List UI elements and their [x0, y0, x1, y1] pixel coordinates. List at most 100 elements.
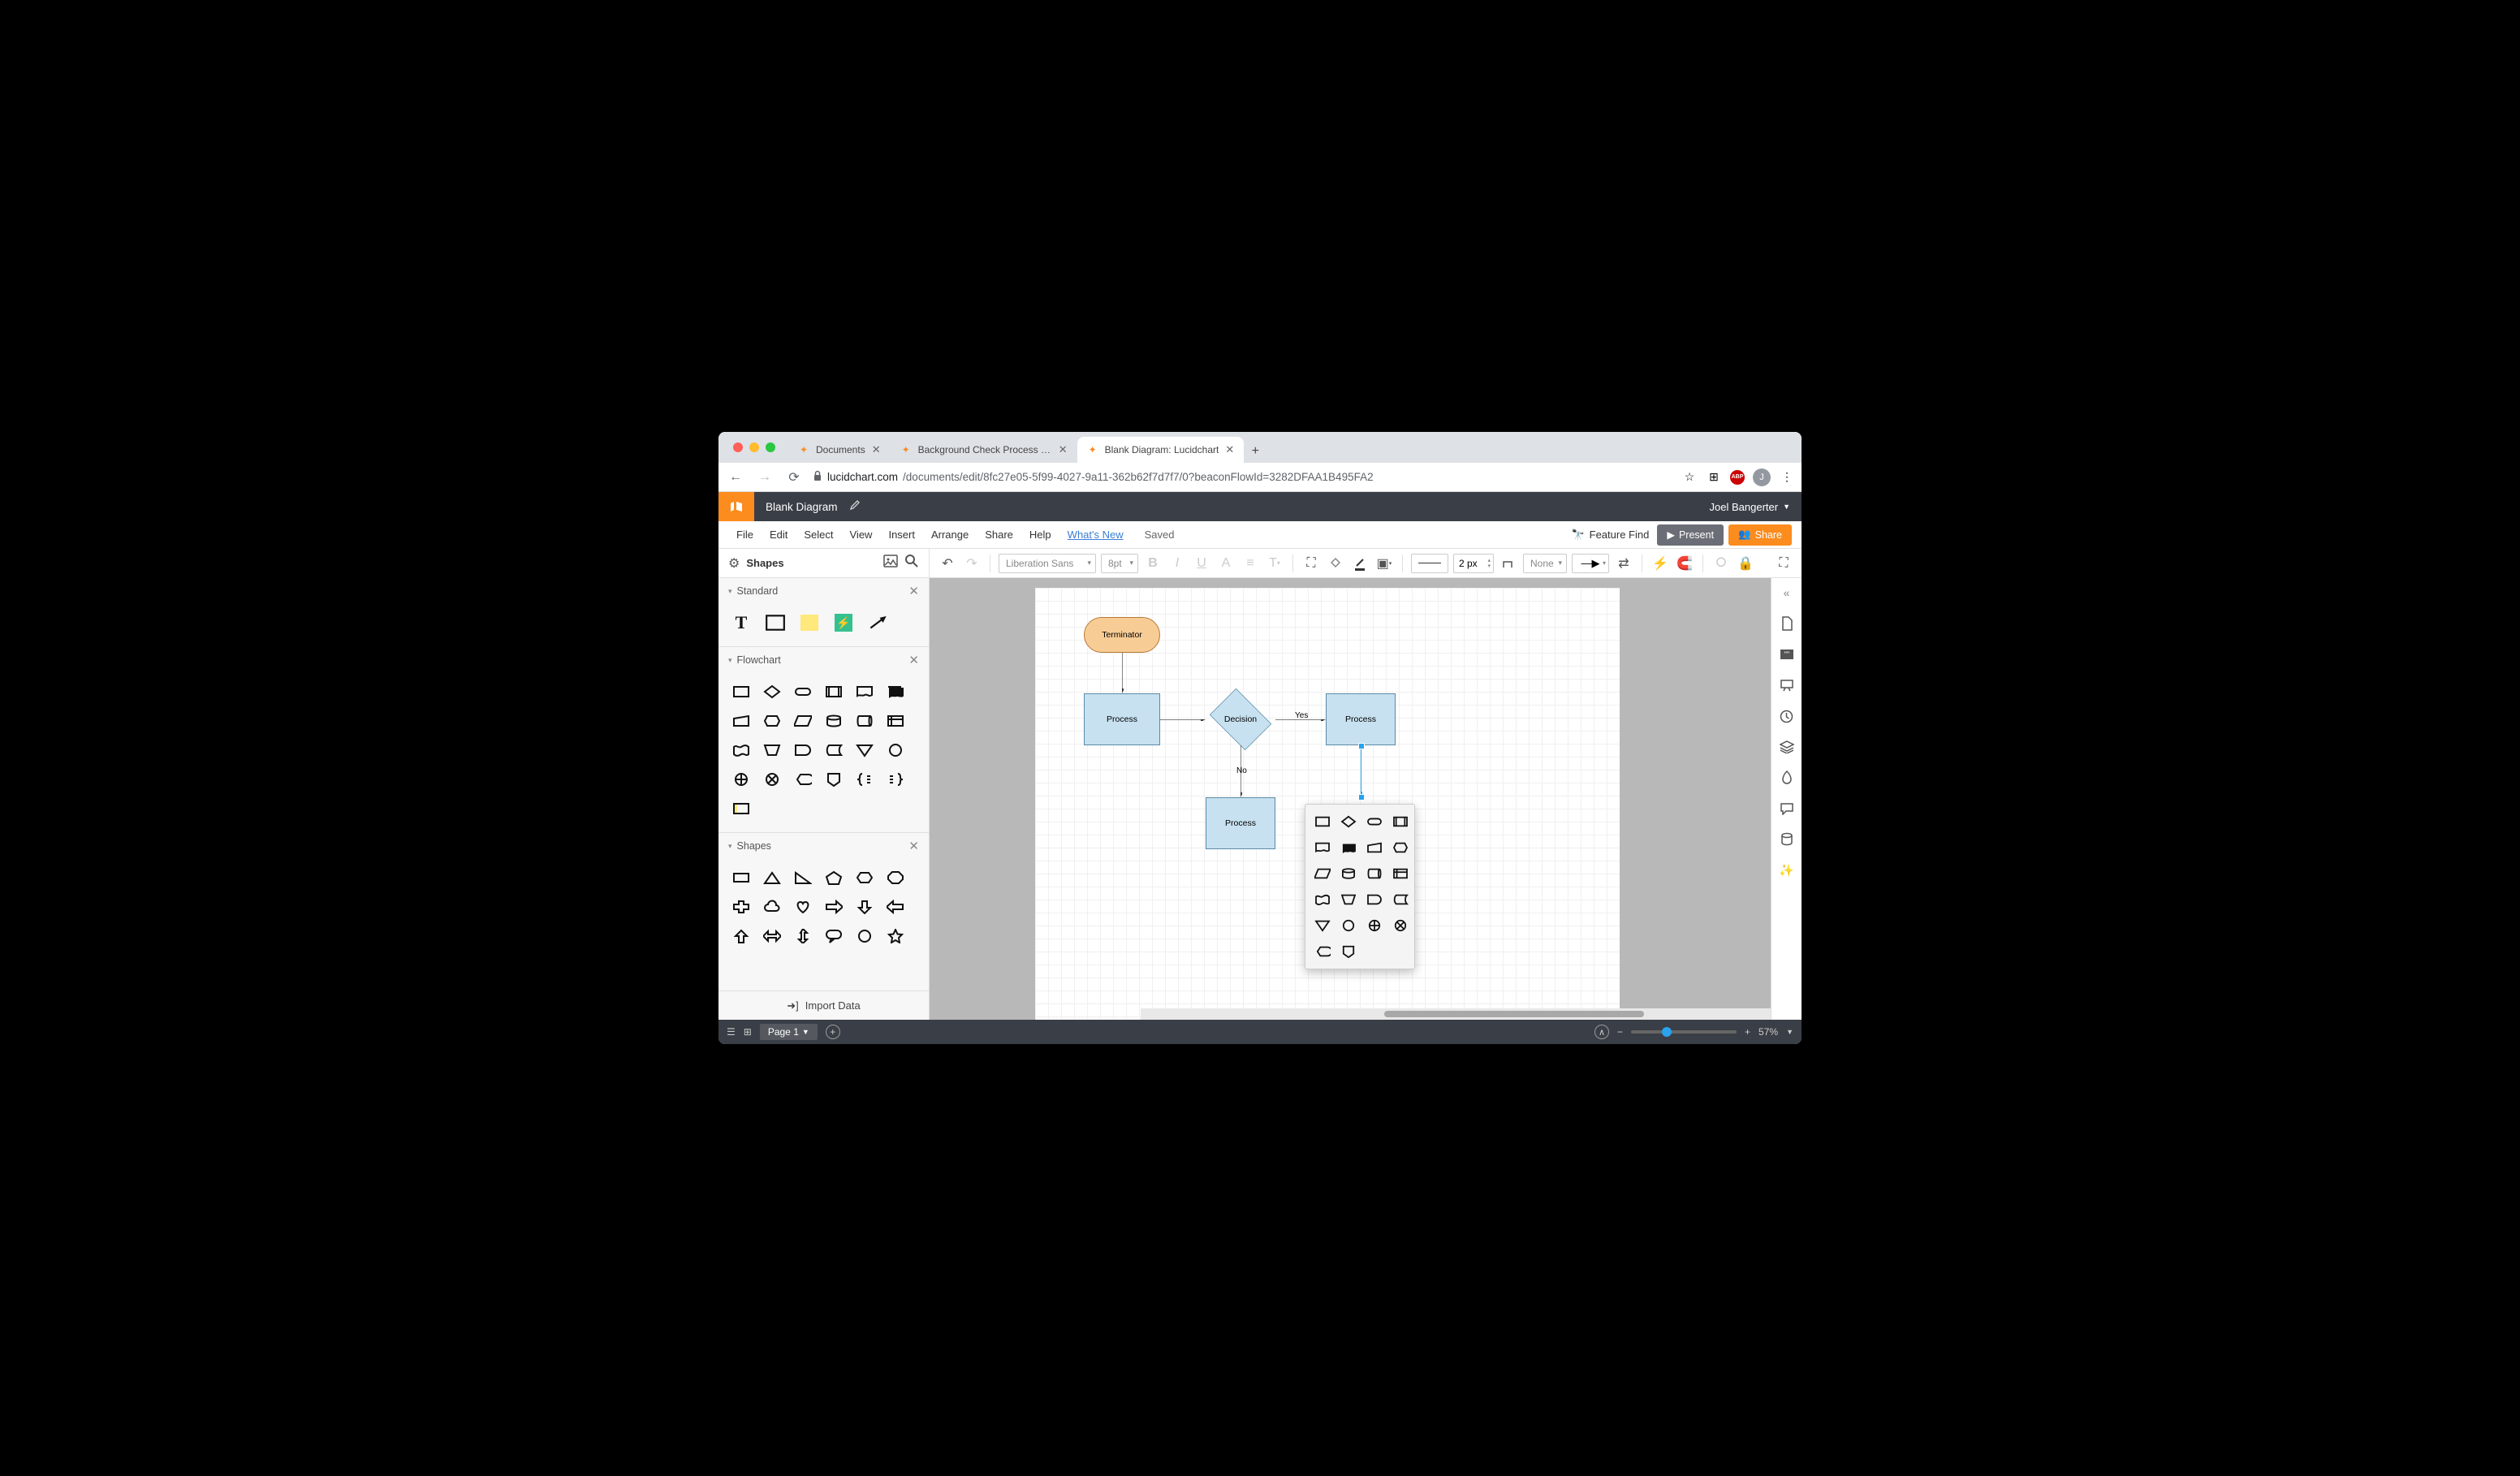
close-section-icon[interactable]: ✕: [908, 584, 919, 598]
browser-menu-icon[interactable]: ⋮: [1779, 469, 1795, 486]
help-icon[interactable]: ∧: [1594, 1025, 1609, 1039]
decision-shape-icon[interactable]: [757, 678, 787, 706]
connector[interactable]: [1122, 653, 1124, 693]
new-tab-button[interactable]: +: [1244, 440, 1266, 463]
internalstorage-shape-icon[interactable]: [881, 707, 910, 735]
magnet-icon[interactable]: 🧲: [1675, 554, 1694, 573]
block-shape-icon[interactable]: [761, 609, 790, 637]
textcolor-button[interactable]: A: [1216, 554, 1236, 573]
text-shape-icon[interactable]: T: [727, 609, 756, 637]
popup-predefined-icon[interactable]: [1388, 809, 1413, 834]
linestyle-select[interactable]: [1411, 554, 1448, 573]
presentation-icon[interactable]: [1777, 675, 1797, 695]
close-section-icon[interactable]: ✕: [908, 653, 919, 667]
textstyle-button[interactable]: T▾: [1265, 554, 1284, 573]
heart-shape-icon[interactable]: [788, 893, 818, 921]
magic-icon[interactable]: ✨: [1777, 861, 1797, 880]
crop-icon[interactable]: ⛶: [1301, 554, 1321, 573]
popup-database-icon[interactable]: [1336, 861, 1361, 886]
circle-shape-icon[interactable]: [850, 922, 879, 950]
reload-button[interactable]: ⟳: [783, 467, 805, 488]
popup-merge-icon[interactable]: [1310, 913, 1335, 938]
browser-tab-background[interactable]: ✦ Background Check Process Flo ✕: [891, 437, 1077, 463]
list-view-icon[interactable]: ☰: [727, 1026, 736, 1038]
popup-decision-icon[interactable]: [1336, 809, 1361, 834]
merge-shape-icon[interactable]: [850, 736, 879, 764]
abp-extension-icon[interactable]: ABP: [1730, 470, 1745, 485]
octagon-shape-icon[interactable]: [881, 864, 910, 891]
linewidth-input[interactable]: 2 px: [1453, 554, 1494, 573]
preparation-shape-icon[interactable]: [757, 707, 787, 735]
menu-arrange[interactable]: Arrange: [923, 529, 977, 541]
bold-button[interactable]: B: [1143, 554, 1163, 573]
manualop-shape-icon[interactable]: [757, 736, 787, 764]
zoom-out-button[interactable]: −: [1617, 1026, 1623, 1038]
font-select[interactable]: Liberation Sans: [999, 554, 1096, 573]
arrowstyle-select[interactable]: —▶: [1572, 554, 1609, 573]
popup-preparation-icon[interactable]: [1388, 835, 1413, 860]
offpage-shape-icon[interactable]: [819, 766, 848, 793]
user-menu[interactable]: Joel Bangerter ▼: [1710, 501, 1802, 513]
fill-icon[interactable]: [1326, 554, 1345, 573]
close-tab-icon[interactable]: ✕: [1225, 443, 1234, 456]
fullscreen-icon[interactable]: ⛶: [1774, 554, 1793, 573]
section-header-flowchart[interactable]: Flowchart ✕: [718, 647, 929, 673]
popup-terminator-icon[interactable]: [1362, 809, 1387, 834]
profile-avatar[interactable]: J: [1753, 468, 1771, 486]
layers-icon[interactable]: [1777, 737, 1797, 757]
selected-connector[interactable]: [1361, 745, 1362, 797]
popup-internalstorage-icon[interactable]: [1388, 861, 1413, 886]
popup-delay-icon[interactable]: [1362, 887, 1387, 912]
decision-node[interactable]: Decision: [1206, 693, 1275, 745]
note-shape-icon[interactable]: [795, 609, 824, 637]
database-icon[interactable]: [1777, 830, 1797, 849]
or-shape-icon[interactable]: [727, 766, 756, 793]
storeddata-shape-icon[interactable]: [819, 736, 848, 764]
canvas-page[interactable]: Terminator Process Decision Yes Process …: [1035, 588, 1620, 1020]
terminator-shape-icon[interactable]: [788, 678, 818, 706]
menu-insert[interactable]: Insert: [880, 529, 923, 541]
cross-shape-icon[interactable]: [727, 893, 756, 921]
maximize-window-icon[interactable]: [766, 442, 775, 452]
comment-icon[interactable]: [1777, 799, 1797, 818]
rect-shape-icon[interactable]: [727, 864, 756, 891]
menu-view[interactable]: View: [842, 529, 881, 541]
connector-handle[interactable]: [1358, 794, 1365, 801]
conditional-icon[interactable]: ⭘: [1711, 554, 1731, 573]
undo-button[interactable]: ↶: [938, 554, 957, 573]
section-header-shapes[interactable]: Shapes ✕: [718, 833, 929, 859]
papertape-shape-icon[interactable]: [727, 736, 756, 764]
hotspot-shape-icon[interactable]: ⚡: [829, 609, 858, 637]
back-button[interactable]: ←: [725, 467, 746, 488]
display-shape-icon[interactable]: [788, 766, 818, 793]
popup-offpage-icon[interactable]: [1336, 939, 1361, 964]
section-header-standard[interactable]: Standard ✕: [718, 578, 929, 604]
leftarrow-shape-icon[interactable]: [881, 893, 910, 921]
connector-handle[interactable]: [1358, 743, 1365, 749]
quote-icon[interactable]: "": [1777, 645, 1797, 664]
linecolor-icon[interactable]: [1350, 554, 1370, 573]
close-tab-icon[interactable]: ✕: [872, 443, 881, 456]
menu-share[interactable]: Share: [977, 529, 1021, 541]
hexagon-shape-icon[interactable]: [850, 864, 879, 891]
cloud-shape-icon[interactable]: [757, 893, 787, 921]
swap-arrows-icon[interactable]: ⇄: [1614, 554, 1633, 573]
grid-view-icon[interactable]: ⊞: [744, 1026, 752, 1038]
popup-data-icon[interactable]: [1310, 861, 1335, 886]
brace-shape-icon[interactable]: [850, 766, 879, 793]
redo-button[interactable]: ↷: [962, 554, 982, 573]
process-node-2[interactable]: Process: [1326, 693, 1396, 745]
horizontal-scrollbar[interactable]: [1141, 1008, 1771, 1020]
gear-icon[interactable]: ⚙: [728, 555, 740, 572]
collapse-rail-icon[interactable]: «: [1777, 583, 1797, 602]
popup-or-icon[interactable]: [1362, 913, 1387, 938]
add-page-button[interactable]: +: [826, 1025, 840, 1039]
image-icon[interactable]: [883, 555, 898, 572]
extension-icon[interactable]: ⊞: [1706, 469, 1722, 486]
menu-help[interactable]: Help: [1021, 529, 1059, 541]
popup-process-icon[interactable]: [1310, 809, 1335, 834]
multidoc-shape-icon[interactable]: [881, 678, 910, 706]
present-button[interactable]: ▶ Present: [1657, 524, 1724, 546]
style-icon[interactable]: [1777, 768, 1797, 788]
pentagon-shape-icon[interactable]: [819, 864, 848, 891]
